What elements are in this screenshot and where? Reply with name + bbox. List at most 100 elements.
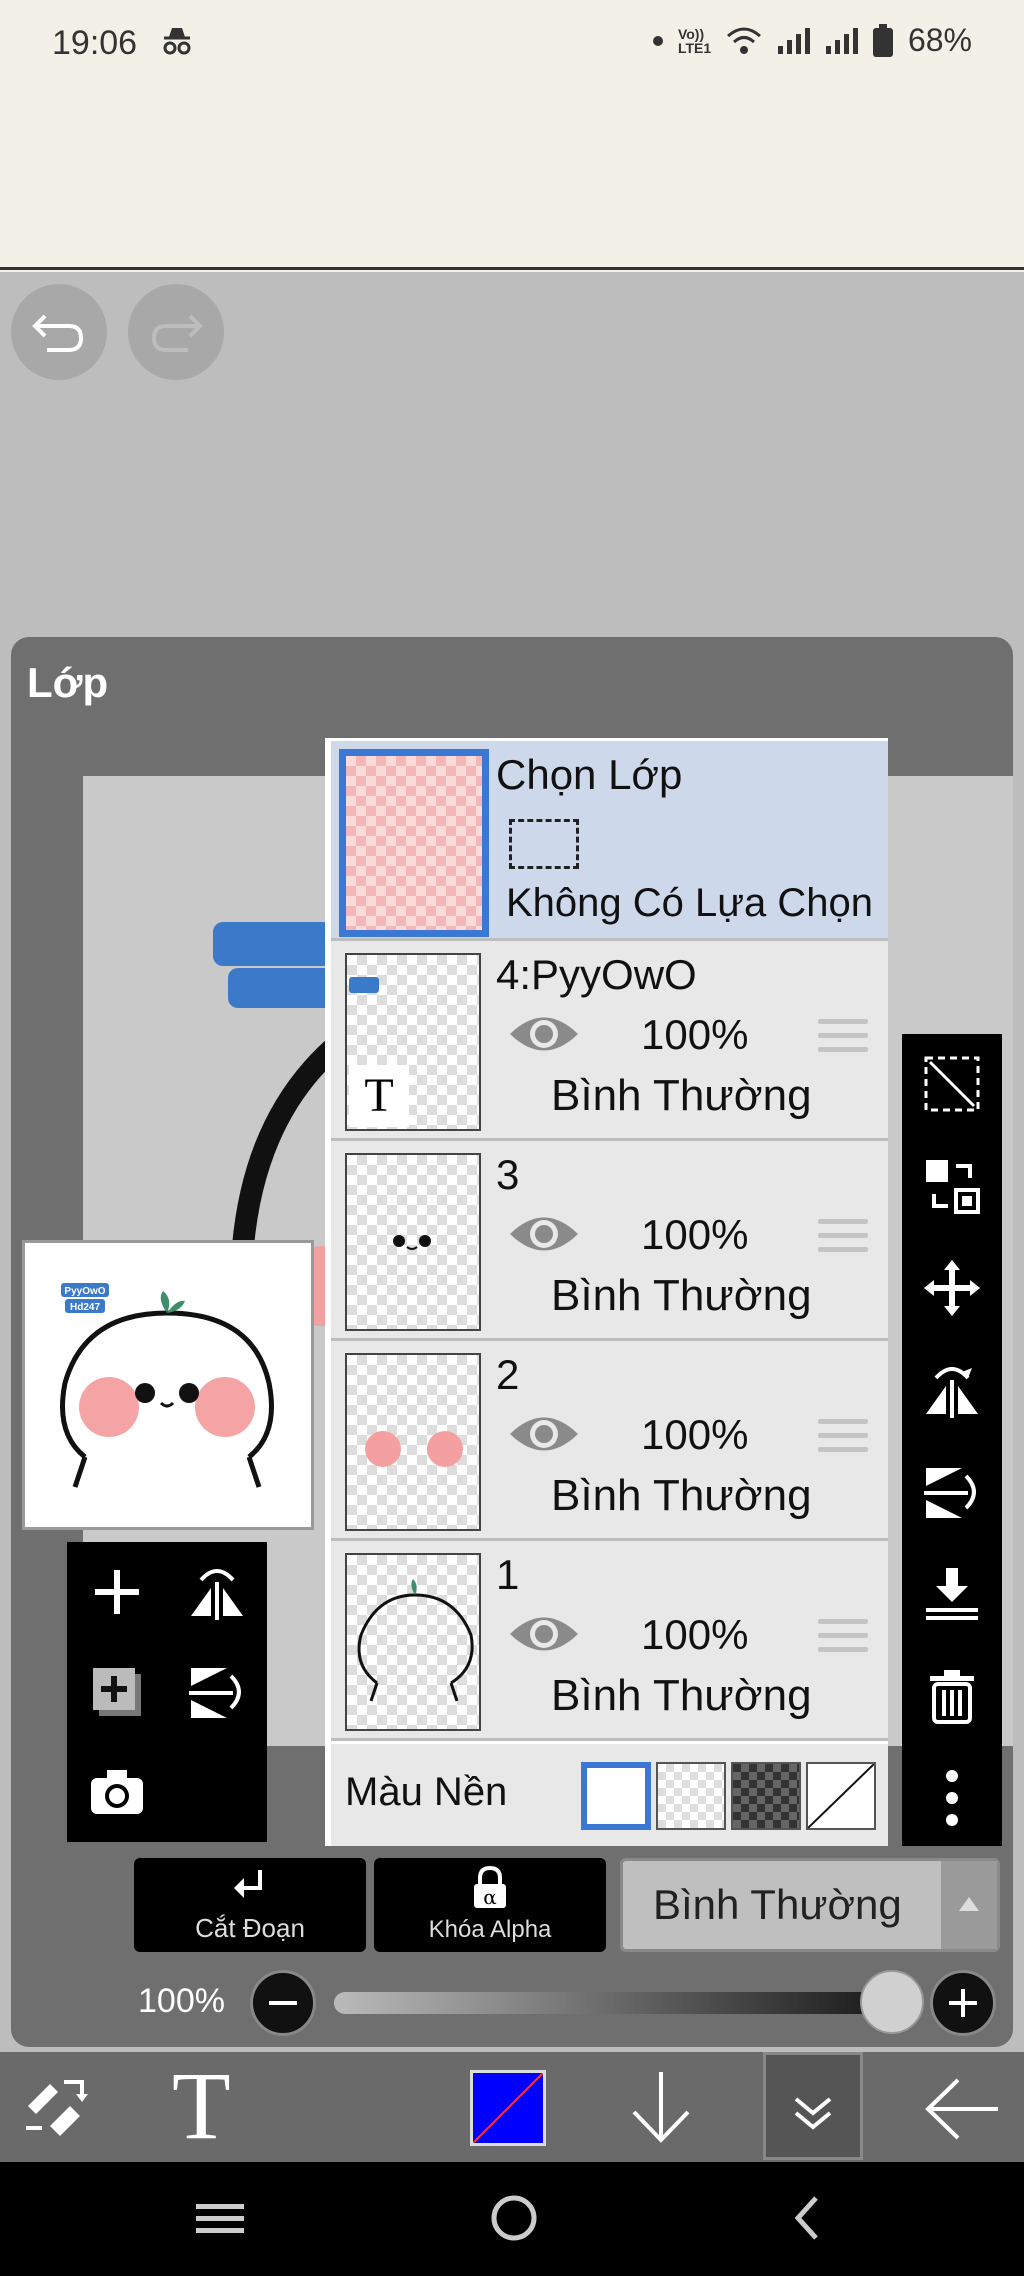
color-slash-icon [472, 2072, 544, 2144]
double-chevron-down-icon [794, 2097, 832, 2130]
layer-thumbnail: T [345, 953, 481, 1131]
blend-mode-value: Bình Thường [653, 1881, 902, 1928]
thumb-outline [357, 1579, 474, 1702]
volte-label: Vo)) LTE1 [677, 25, 712, 56]
bg-dark-swatch[interactable] [731, 1762, 801, 1830]
delete-layer-icon[interactable] [922, 1666, 982, 1726]
signal-icon-2 [825, 27, 858, 54]
preview-watermark-1: PyyOwO [64, 1286, 105, 1297]
background-color-label: Màu Nền [345, 1770, 508, 1814]
swap-layers-icon[interactable] [922, 1156, 982, 1216]
thumb-eyes [393, 1235, 431, 1250]
brush-eraser-icon[interactable] [20, 2072, 100, 2142]
layer-blend-mode: Bình Thường [551, 1071, 812, 1120]
panel-title: Lớp [27, 659, 109, 706]
battery-icon [872, 23, 893, 57]
clipping-arrow-icon [234, 1870, 262, 1898]
minus-icon [269, 2001, 297, 2005]
add-layer-icon[interactable] [87, 1562, 147, 1622]
layer-opacity: 100% [641, 1411, 749, 1458]
main-toolbar: T [0, 2052, 1024, 2162]
battery-level: 68% [907, 22, 972, 58]
bg-transparent-swatch[interactable] [656, 1762, 726, 1830]
text-tool-button[interactable]: T [172, 2058, 231, 2154]
camera-icon[interactable] [87, 1762, 147, 1822]
layer-thumbnail [345, 1153, 481, 1331]
clear-layer-icon[interactable] [922, 1054, 982, 1114]
signal-icon [777, 27, 810, 54]
undo-icon [32, 314, 84, 352]
blend-mode-select[interactable]: Bình Thường [620, 1858, 1000, 1952]
arrow-down-icon[interactable] [626, 2068, 696, 2148]
layer-thumbnail [345, 1353, 481, 1531]
visibility-eye-icon[interactable] [506, 1209, 582, 1259]
thumb-blush [365, 1431, 463, 1467]
undo-button[interactable] [11, 284, 107, 380]
visibility-eye-icon[interactable] [506, 1009, 582, 1059]
recent-apps-icon[interactable] [192, 2190, 248, 2246]
home-icon[interactable] [486, 2190, 542, 2246]
layer-opacity: 100% [641, 1211, 749, 1258]
flip-vertical-icon[interactable] [922, 1462, 982, 1522]
flip-horizontal-icon[interactable] [922, 1360, 982, 1420]
alpha-lock-label: Khóa Alpha [428, 1916, 552, 1943]
layer-name: 2 [496, 1351, 520, 1398]
current-color-swatch[interactable] [470, 2070, 546, 2146]
duplicate-layer-icon[interactable] [87, 1662, 147, 1722]
wifi-icon [726, 27, 761, 54]
layer-row-selection[interactable]: Chọn Lớp Không Có Lựa Chọn [331, 741, 888, 941]
system-nav-bar [0, 2162, 1024, 2276]
layer-list: Chọn Lớp Không Có Lựa Chọn T 4:PyyOwO 10… [325, 738, 888, 1846]
more-options-icon[interactable] [922, 1768, 982, 1828]
selection-status: Không Có Lựa Chọn [506, 881, 874, 925]
bg-none-swatch[interactable] [806, 1762, 876, 1830]
flip-vertical-icon[interactable] [187, 1662, 247, 1722]
clipping-label: Cắt Đoạn [195, 1913, 305, 1943]
back-arrow-icon[interactable] [922, 2074, 1002, 2144]
layer-row-4[interactable]: T 4:PyyOwO 100% Bình Thường [331, 941, 888, 1141]
dot-icon [652, 35, 663, 46]
status-bar: 19:06 Vo)) LTE1 68% [0, 0, 1024, 270]
layer-row-3[interactable]: 3 100% Bình Thường [331, 1141, 888, 1341]
layer-row-1[interactable]: 1 100% Bình Thường [331, 1541, 888, 1741]
layer-opacity: 100% [641, 1011, 749, 1058]
layer-blend-mode: Bình Thường [551, 1471, 812, 1520]
opacity-slider-knob[interactable] [860, 1970, 924, 2034]
drag-handle-icon[interactable] [818, 1419, 868, 1459]
move-icon[interactable] [922, 1258, 982, 1318]
layer-name: Chọn Lớp [496, 751, 683, 798]
visibility-eye-icon[interactable] [506, 1609, 582, 1659]
preview-watermark-2: Hd247 [70, 1302, 100, 1313]
drag-handle-icon[interactable] [818, 1619, 868, 1659]
none-slash-icon [807, 1763, 875, 1829]
opacity-increase-button[interactable] [930, 1970, 996, 2036]
opacity-slider-track[interactable] [334, 1992, 914, 2014]
drag-handle-icon[interactable] [818, 1219, 868, 1259]
flip-horizontal-icon[interactable] [187, 1562, 247, 1622]
layer-preview: PyyOwO Hd247 [22, 1240, 314, 1530]
redo-button[interactable] [128, 284, 224, 380]
status-time: 19:06 [52, 24, 138, 62]
alpha-lock-button[interactable]: α Khóa Alpha [374, 1858, 606, 1952]
blend-mode-dropdown[interactable] [941, 1861, 997, 1949]
background-color-row: Màu Nền [331, 1744, 888, 1846]
preview-drawing: PyyOwO Hd247 [60, 1283, 274, 1488]
drag-handle-icon[interactable] [818, 1019, 868, 1059]
text-layer-icon: T [349, 1065, 409, 1127]
merge-down-icon[interactable] [922, 1564, 982, 1624]
visibility-eye-icon[interactable] [506, 1409, 582, 1459]
opacity-slider-row: 100% [130, 1966, 1000, 2040]
layer-blend-mode: Bình Thường [551, 1271, 812, 1320]
layer-tools-sidebar [902, 1034, 1002, 1846]
bg-white-swatch[interactable] [581, 1762, 651, 1830]
layer-panel-toggle[interactable] [763, 2052, 863, 2160]
layer-row-2[interactable]: 2 100% Bình Thường [331, 1341, 888, 1541]
clipping-button[interactable]: Cắt Đoạn [134, 1858, 366, 1952]
layer-blend-mode: Bình Thường [551, 1671, 812, 1720]
layer-opacity: 100% [641, 1611, 749, 1658]
svg-text:α: α [483, 1885, 497, 1909]
back-nav-icon[interactable] [780, 2190, 836, 2246]
opacity-decrease-button[interactable] [250, 1970, 316, 2036]
redo-icon [151, 314, 203, 352]
plus-icon [949, 1989, 977, 2017]
